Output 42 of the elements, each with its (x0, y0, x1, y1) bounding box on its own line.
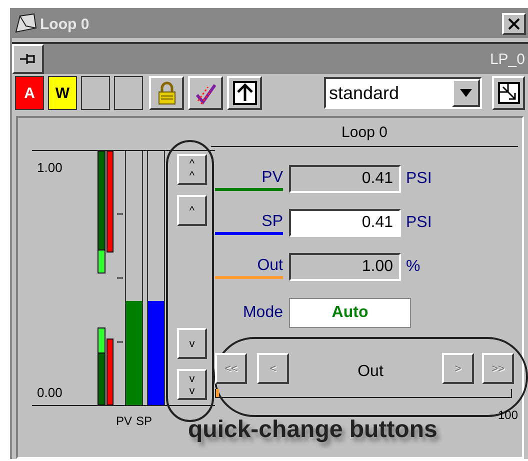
value-label: SP (215, 212, 283, 234)
step-button[interactable]: ^ (177, 195, 207, 226)
value-input-field[interactable]: 0.41 (289, 209, 401, 237)
mode-field[interactable]: Auto (289, 298, 411, 328)
alarm-indicator: A (15, 76, 44, 110)
padlock-icon (156, 81, 178, 105)
bar-label: SP (136, 414, 152, 428)
step-button[interactable]: v (177, 328, 207, 359)
acknowledge-button[interactable] (188, 76, 223, 110)
value-display: 1.00 (289, 253, 401, 281)
step-button[interactable]: ^ ^ (177, 154, 207, 185)
quick-change-label: Out (356, 362, 384, 380)
lock-button[interactable] (149, 76, 184, 110)
value-label: Out (215, 256, 283, 278)
alarm-indicator: W (48, 76, 77, 110)
checkmark-icon (194, 81, 218, 105)
step-button[interactable]: v v (177, 369, 207, 400)
value-label: PV (215, 168, 283, 190)
unit-label: PSI (406, 170, 432, 188)
faceplate-title: Loop 0 (211, 118, 518, 147)
resize-icon (498, 82, 520, 104)
tag-name: LP_0 (488, 50, 525, 68)
annotation-text: quick-change buttons (188, 416, 438, 444)
close-icon (508, 18, 520, 30)
bar-label: PV (116, 414, 132, 428)
scale-min-label: 0.00 (37, 385, 64, 400)
pin-icon (19, 52, 37, 66)
close-button[interactable] (502, 13, 526, 35)
window-title: Loop 0 (40, 16, 90, 32)
view-select[interactable]: standard (324, 77, 482, 109)
unit-label: PSI (406, 214, 432, 232)
unit-label: % (406, 258, 420, 276)
scale-max-label: 1.00 (37, 160, 64, 175)
value-display: 0.41 (289, 165, 401, 193)
mode-label: Mode (242, 304, 283, 322)
empty-indicator (81, 76, 110, 110)
empty-indicator (114, 76, 143, 110)
resize-button[interactable] (492, 76, 525, 110)
up-arrow-button[interactable] (227, 76, 262, 110)
output-max-label: 100 (498, 408, 518, 422)
pin-button[interactable] (12, 44, 44, 74)
dropdown-arrow-icon (460, 89, 472, 97)
